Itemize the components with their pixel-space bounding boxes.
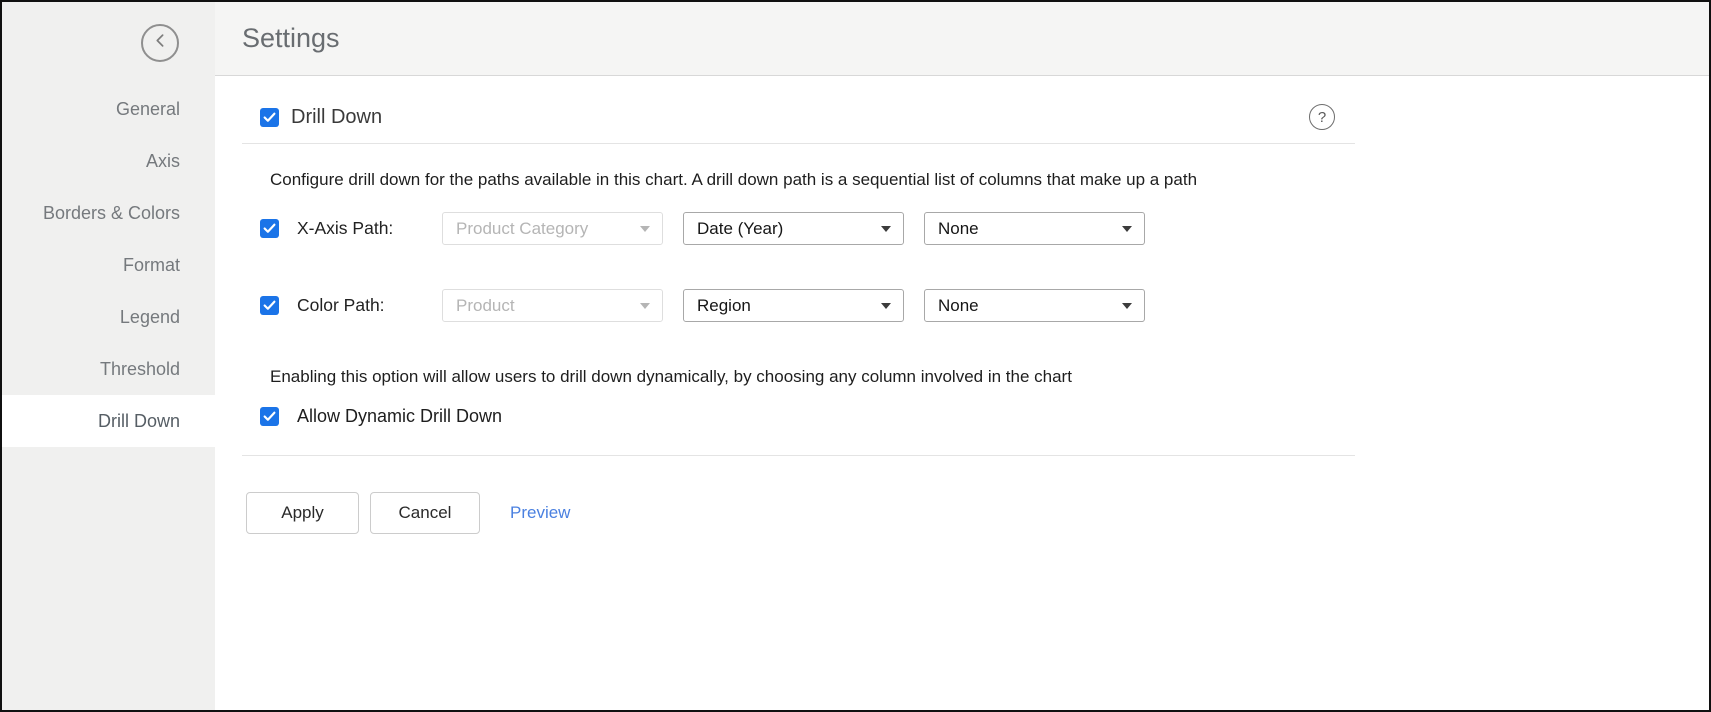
apply-button[interactable]: Apply: [246, 492, 359, 534]
color-level2-value: Region: [697, 296, 873, 316]
settings-header: Settings: [215, 2, 1709, 76]
color-level2-select[interactable]: Region: [683, 289, 904, 322]
settings-main: Settings Drill Down ? Configure drill do…: [215, 2, 1709, 710]
sidebar-item-format[interactable]: Format: [2, 239, 215, 291]
chevron-down-icon: [1122, 226, 1132, 232]
color-level1-value: Product: [456, 296, 632, 316]
x-axis-level3-value: None: [938, 219, 1114, 239]
checkmark-icon: [263, 300, 276, 311]
drill-down-panel: Drill Down ? Configure drill down for th…: [215, 76, 1709, 534]
sidebar-item-legend[interactable]: Legend: [2, 291, 215, 343]
sidebar-item-drill-down[interactable]: Drill Down: [2, 395, 215, 447]
drill-down-checkbox[interactable]: [260, 108, 279, 127]
sidebar-item-threshold[interactable]: Threshold: [2, 343, 215, 395]
color-path-checkbox[interactable]: [260, 296, 279, 315]
x-axis-path-row: X-Axis Path: Product Category Date (Year…: [242, 212, 1355, 245]
color-path-label: Color Path:: [297, 295, 442, 316]
back-button[interactable]: [141, 24, 179, 62]
chevron-down-icon: [1122, 303, 1132, 309]
drill-down-label: Drill Down: [291, 106, 382, 129]
settings-sidebar: General Axis Borders & Colors Format Leg…: [2, 2, 215, 710]
checkmark-icon: [263, 411, 276, 422]
preview-link[interactable]: Preview: [510, 503, 570, 523]
sidebar-nav: General Axis Borders & Colors Format Leg…: [2, 83, 215, 447]
chevron-down-icon: [640, 303, 650, 309]
color-level3-select[interactable]: None: [924, 289, 1145, 322]
drill-down-title-row: Drill Down ?: [242, 98, 1355, 136]
allow-dynamic-label: Allow Dynamic Drill Down: [297, 406, 502, 427]
sidebar-item-axis[interactable]: Axis: [2, 135, 215, 187]
color-level1-select: Product: [442, 289, 663, 322]
dynamic-drill-description: Enabling this option will allow users to…: [270, 365, 1355, 389]
sidebar-item-general[interactable]: General: [2, 83, 215, 135]
drill-down-description: Configure drill down for the paths avail…: [270, 168, 1355, 192]
chevron-down-icon: [881, 303, 891, 309]
settings-window: General Axis Borders & Colors Format Leg…: [0, 0, 1711, 712]
action-button-row: Apply Cancel Preview: [242, 492, 1355, 534]
checkmark-icon: [263, 223, 276, 234]
checkmark-icon: [263, 112, 276, 123]
page-title: Settings: [242, 23, 340, 54]
color-level3-value: None: [938, 296, 1114, 316]
sidebar-item-borders-colors[interactable]: Borders & Colors: [2, 187, 215, 239]
chevron-left-icon: [153, 33, 168, 53]
x-axis-path-checkbox[interactable]: [260, 219, 279, 238]
x-axis-level3-select[interactable]: None: [924, 212, 1145, 245]
footer-divider: [242, 455, 1355, 456]
cancel-button[interactable]: Cancel: [370, 492, 480, 534]
section-divider: [242, 143, 1355, 144]
allow-dynamic-checkbox[interactable]: [260, 407, 279, 426]
x-axis-level2-value: Date (Year): [697, 219, 873, 239]
allow-dynamic-row: Allow Dynamic Drill Down: [242, 404, 1355, 428]
chevron-down-icon: [881, 226, 891, 232]
x-axis-level1-value: Product Category: [456, 219, 632, 239]
help-icon[interactable]: ?: [1309, 104, 1335, 130]
x-axis-path-label: X-Axis Path:: [297, 218, 442, 239]
x-axis-level1-select: Product Category: [442, 212, 663, 245]
chevron-down-icon: [640, 226, 650, 232]
x-axis-level2-select[interactable]: Date (Year): [683, 212, 904, 245]
color-path-row: Color Path: Product Region None: [242, 289, 1355, 322]
